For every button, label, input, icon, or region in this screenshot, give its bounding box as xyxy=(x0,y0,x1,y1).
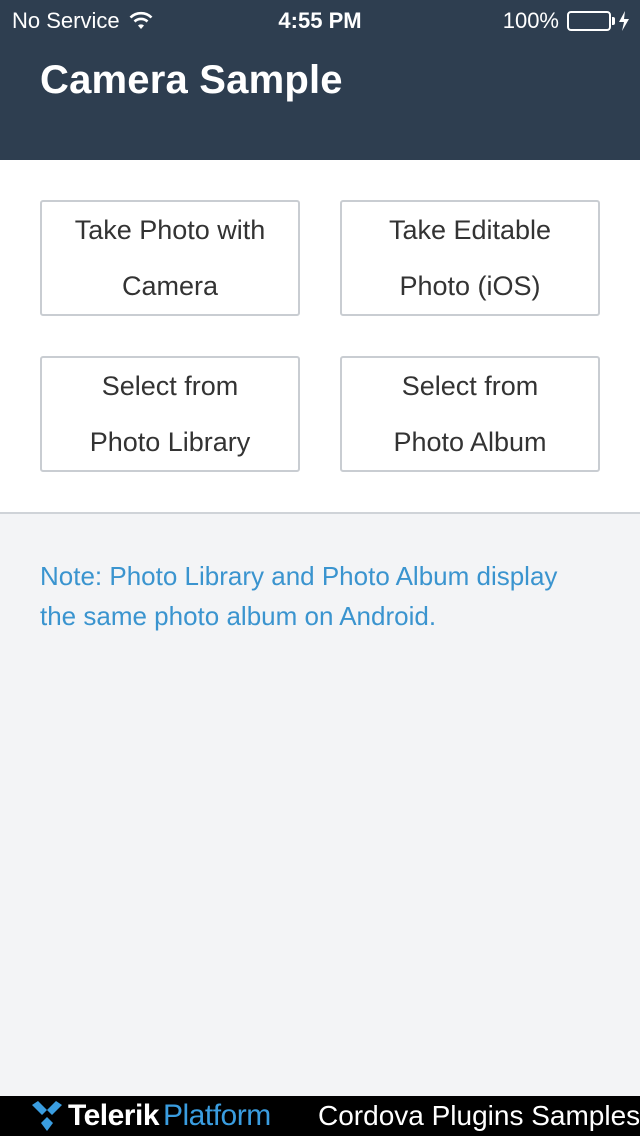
buttons-panel: Take Photo with Camera Take Editable Pho… xyxy=(0,160,640,514)
footer-bar: Telerik Platform Cordova Plugins Samples xyxy=(0,1096,640,1136)
select-photo-library-button[interactable]: Select from Photo Library xyxy=(40,356,300,472)
take-photo-camera-button[interactable]: Take Photo with Camera xyxy=(40,200,300,316)
note-line2: the same photo album on Android. xyxy=(40,601,437,631)
button-label-line2: Photo Album xyxy=(393,427,547,457)
take-editable-photo-button[interactable]: Take Editable Photo (iOS) xyxy=(340,200,600,316)
telerik-platform-brand: Telerik Platform xyxy=(30,1098,271,1134)
battery-icon xyxy=(567,11,630,31)
telerik-logo-icon xyxy=(32,1101,62,1131)
button-label-line2: Photo Library xyxy=(89,427,251,457)
button-label-line2: Camera xyxy=(121,271,219,301)
charging-bolt-icon xyxy=(619,11,629,31)
battery-percent: 100% xyxy=(502,8,559,33)
status-bar: No Service 4:55 PM 100% xyxy=(0,0,640,40)
brand-telerik-text: Telerik xyxy=(68,1099,160,1132)
page-title: Camera Sample xyxy=(40,58,343,102)
brand-platform-text: Platform xyxy=(163,1099,271,1132)
android-note: Note: Photo Library and Photo Album disp… xyxy=(40,556,610,636)
button-label-line1: Select from xyxy=(401,371,539,401)
status-right: 100% xyxy=(503,8,630,34)
button-label-line2: Photo (iOS) xyxy=(399,271,541,301)
note-line1: Note: Photo Library and Photo Album disp… xyxy=(40,561,558,591)
app-header: No Service 4:55 PM 100% Camera Sample xyxy=(0,0,640,160)
button-label-line1: Select from xyxy=(101,371,239,401)
app-screen: No Service 4:55 PM 100% Camera Sample Ta… xyxy=(0,0,640,1136)
button-label-line1: Take Editable xyxy=(388,215,552,245)
footer-title: Cordova Plugins Samples xyxy=(318,1100,640,1131)
select-photo-album-button[interactable]: Select from Photo Album xyxy=(340,356,600,472)
button-label-line1: Take Photo with xyxy=(74,215,266,245)
